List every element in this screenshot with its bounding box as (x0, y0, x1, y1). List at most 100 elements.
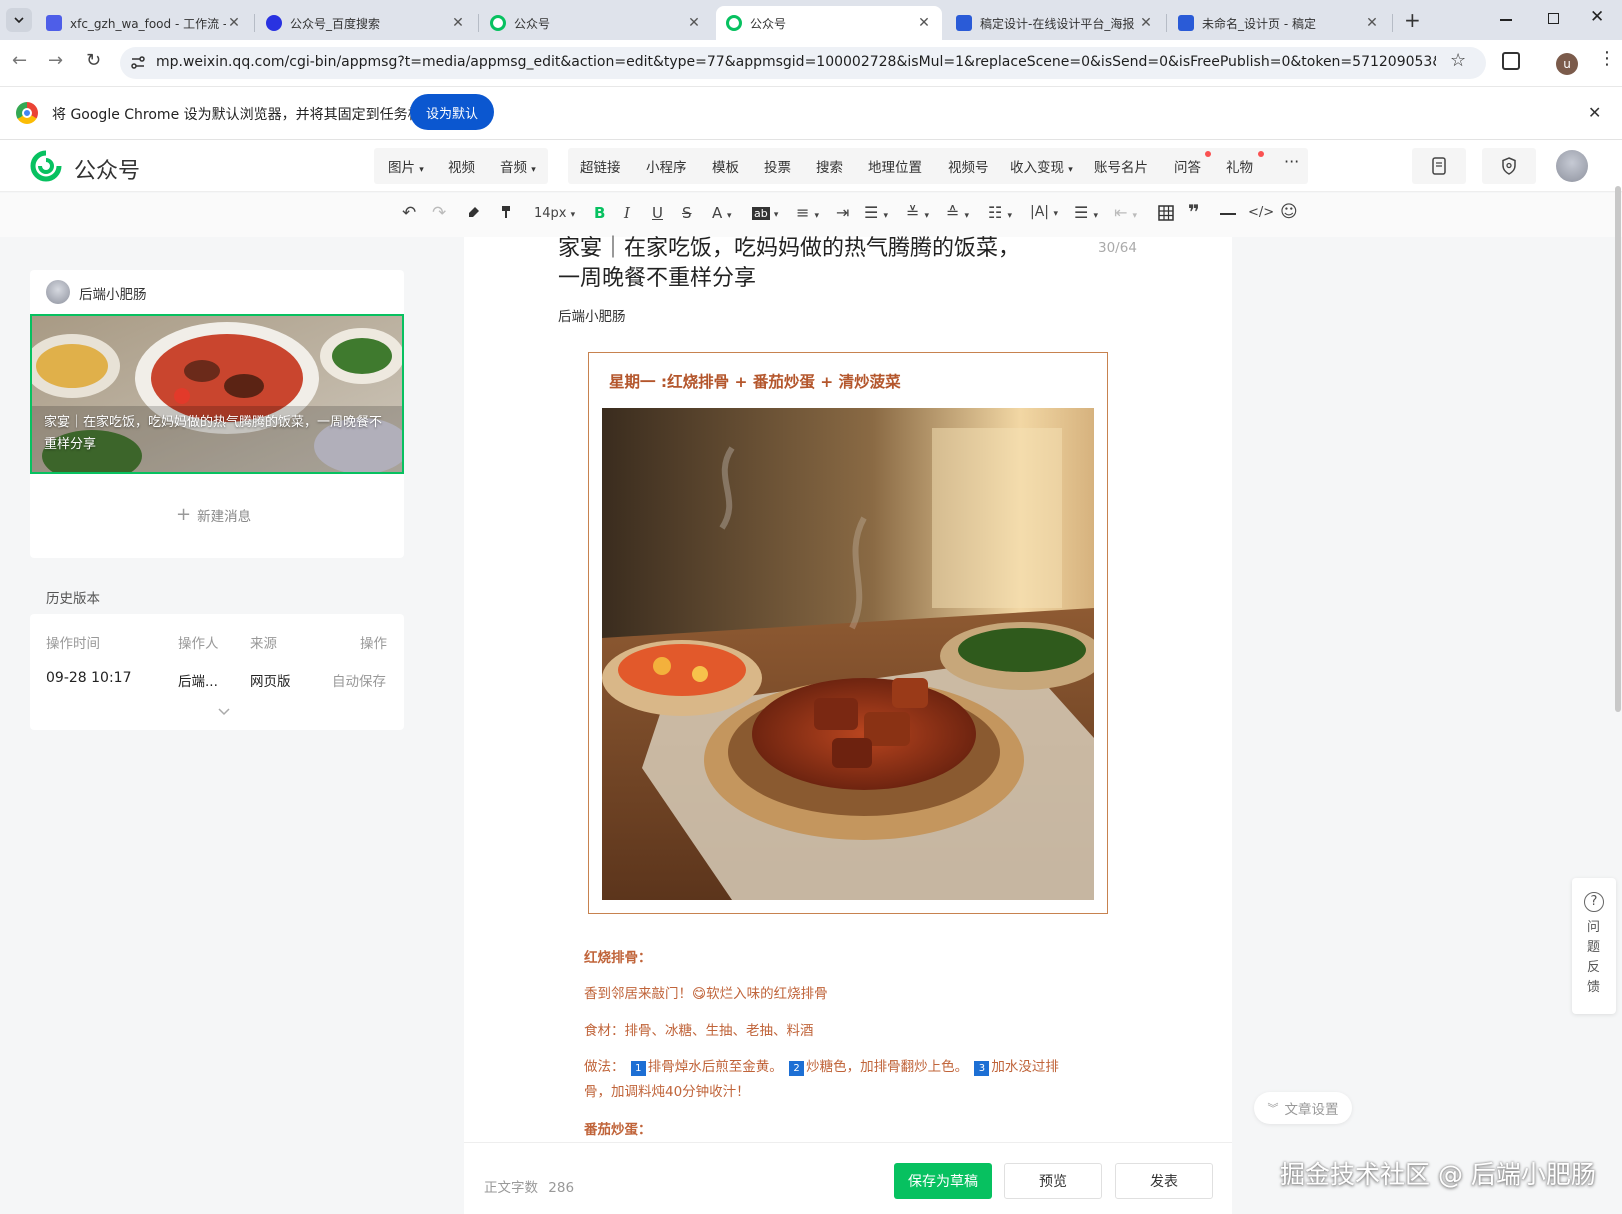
first-line-indent-icon[interactable]: ⇤ ▾ (1114, 203, 1137, 222)
line-height-icon[interactable]: ☷ ▾ (988, 203, 1012, 222)
menu-video[interactable]: 视频 (448, 156, 475, 176)
url-text[interactable]: mp.weixin.qq.com/cgi-bin/appmsg?t=media/… (156, 54, 1436, 74)
food-photo[interactable] (602, 408, 1094, 900)
set-default-button[interactable]: 设为默认 (410, 94, 494, 130)
menu-vote[interactable]: 投票 (764, 156, 791, 176)
browser-tab-2[interactable]: 公众号 ✕ (480, 6, 712, 40)
publish-button[interactable]: 发表 (1115, 1163, 1213, 1199)
history-row-action[interactable]: 自动保存 (332, 670, 386, 690)
tab-search-button[interactable] (6, 8, 32, 32)
user-avatar[interactable] (1556, 150, 1588, 182)
menu-audio[interactable]: 音频 ▾ (500, 156, 536, 176)
article-title-input[interactable]: 家宴｜在家吃饭，吃妈妈做的热气腾腾的饭菜，一周晚餐不重样分享 (558, 234, 1028, 294)
cover-article-item[interactable]: 家宴｜在家吃饭，吃妈妈做的热气腾腾的饭菜，一周晚餐不重样分享 (30, 314, 404, 474)
forward-icon[interactable]: → (48, 50, 63, 71)
bold-icon[interactable]: B (594, 204, 605, 222)
emoji-icon[interactable]: ☺ (1280, 202, 1298, 222)
shield-icon (1502, 157, 1516, 175)
close-tab-icon[interactable]: ✕ (686, 15, 702, 31)
strikethrough-icon[interactable]: S (682, 204, 692, 222)
close-tab-icon[interactable]: ✕ (1364, 15, 1380, 31)
list-icon[interactable]: ☰ ▾ (1074, 203, 1098, 222)
mobile-preview-button[interactable] (1412, 148, 1466, 184)
watermark: 掘金技术社区 @ 后端小肥肠 (1280, 1160, 1596, 1189)
new-message-button[interactable]: + 新建消息 (176, 504, 251, 525)
close-tab-icon[interactable]: ✕ (1138, 15, 1154, 31)
tab-title: 公众号 (514, 16, 551, 31)
close-window-icon[interactable]: ✕ (1590, 7, 1604, 27)
history-expand-chevron-icon[interactable] (218, 708, 230, 716)
baidu-paw-icon (266, 15, 282, 31)
format-painter-icon[interactable] (498, 204, 514, 220)
background-color-icon[interactable]: ab ▾ (752, 206, 778, 221)
menu-hyperlink[interactable]: 超链接 (580, 156, 621, 176)
account-name: 后端小肥肠 (79, 287, 147, 303)
font-size-select[interactable]: 14px ▾ (534, 206, 575, 221)
menu-miniprogram[interactable]: 小程序 (646, 156, 687, 176)
coze-icon (46, 15, 62, 31)
method-label: 做法： (584, 1059, 625, 1075)
space-before-icon[interactable]: ≚ ▾ (906, 203, 929, 222)
menu-location[interactable]: 地理位置 (868, 156, 922, 176)
browser-tab-4[interactable]: 稿定设计-在线设计平台_海报 ✕ (946, 6, 1164, 40)
frame-heading: 星期一 :红烧排骨 + 番茄炒蛋 + 清炒菠菜 (609, 373, 901, 391)
scrollbar-thumb[interactable] (1615, 186, 1621, 712)
chevron-down-icon (14, 17, 24, 23)
browser-tab-0[interactable]: xfc_gzh_wa_food - 工作流 - ✕ (36, 6, 252, 40)
menu-template[interactable]: 模板 (712, 156, 739, 176)
quote-icon[interactable]: ❞ (1188, 200, 1200, 224)
close-tab-icon[interactable]: ✕ (916, 15, 932, 31)
chrome-menu-icon[interactable]: ⋮ (1598, 50, 1616, 68)
new-tab-button[interactable]: + (1404, 8, 1421, 32)
close-tab-icon[interactable]: ✕ (450, 15, 466, 31)
menu-search[interactable]: 搜索 (816, 156, 843, 176)
back-icon[interactable]: ← (12, 50, 27, 71)
tab-title: 稿定设计-在线设计平台_海报 (980, 16, 1135, 31)
letter-spacing-icon[interactable]: |A| ▾ (1030, 204, 1058, 220)
profile-avatar[interactable]: u (1556, 53, 1578, 75)
clear-format-icon[interactable] (466, 204, 482, 220)
close-tab-icon[interactable]: ✕ (226, 15, 242, 31)
close-infobar-icon[interactable]: ✕ (1588, 103, 1601, 122)
site-info-icon[interactable] (128, 53, 148, 73)
font-color-icon[interactable]: A ▾ (712, 204, 732, 222)
bookmark-star-icon[interactable]: ☆ (1450, 50, 1466, 71)
title-char-count: 30/64 (1098, 240, 1137, 256)
extensions-icon[interactable] (1502, 52, 1520, 70)
redo-icon[interactable]: ↷ (432, 203, 446, 223)
reload-icon[interactable]: ↻ (86, 50, 101, 71)
browser-tab-1[interactable]: 公众号_百度搜索 ✕ (256, 6, 476, 40)
minimize-icon[interactable] (1500, 19, 1512, 21)
menu-gift[interactable]: 礼物 (1226, 156, 1253, 176)
underline-icon[interactable]: U (652, 204, 663, 222)
save-draft-button[interactable]: 保存为草稿 (894, 1163, 992, 1199)
author-input[interactable]: 后端小肥肠 (558, 305, 626, 325)
menu-monetize[interactable]: 收入变现 ▾ (1010, 156, 1073, 176)
browser-tab-5[interactable]: 未命名_设计页 - 稿定 ✕ (1168, 6, 1390, 40)
browser-tab-3-active[interactable]: 公众号 ✕ (716, 6, 942, 40)
method-step-1: 排骨焯水后煎至金黄。 (647, 1059, 783, 1075)
maximize-icon[interactable] (1548, 13, 1559, 24)
wechat-mp-logo-icon[interactable] (30, 150, 62, 182)
menu-account-card[interactable]: 账号名片 (1094, 156, 1148, 176)
align-icon[interactable]: ≡ ▾ (796, 203, 819, 222)
history-col-operator: 操作人 (178, 636, 219, 652)
menu-qa[interactable]: 问答 (1174, 156, 1201, 176)
article-settings-button[interactable]: ︾ 文章设置 (1254, 1092, 1352, 1124)
divider-icon[interactable] (1220, 213, 1236, 215)
menu-more-icon[interactable]: ··· (1284, 152, 1299, 171)
history-col-source: 来源 (250, 636, 277, 652)
space-after-icon[interactable]: ≙ ▾ (946, 203, 969, 222)
preview-button[interactable]: 预览 (1004, 1163, 1102, 1199)
undo-icon[interactable]: ↶ (402, 203, 416, 223)
table-icon[interactable] (1158, 205, 1174, 221)
feedback-widget[interactable]: ? 问题反馈 (1572, 878, 1616, 1014)
security-button[interactable] (1482, 148, 1536, 184)
double-chevron-down-icon: ︾ (1267, 1102, 1279, 1115)
paragraph-spacing-icon[interactable]: ☰ ▾ (864, 203, 888, 222)
indent-icon[interactable]: ⇥ (836, 203, 849, 222)
code-icon[interactable]: </> (1248, 205, 1274, 220)
menu-image[interactable]: 图片 ▾ (388, 156, 424, 176)
menu-channels[interactable]: 视频号 (948, 156, 989, 176)
italic-icon[interactable]: I (624, 204, 630, 222)
